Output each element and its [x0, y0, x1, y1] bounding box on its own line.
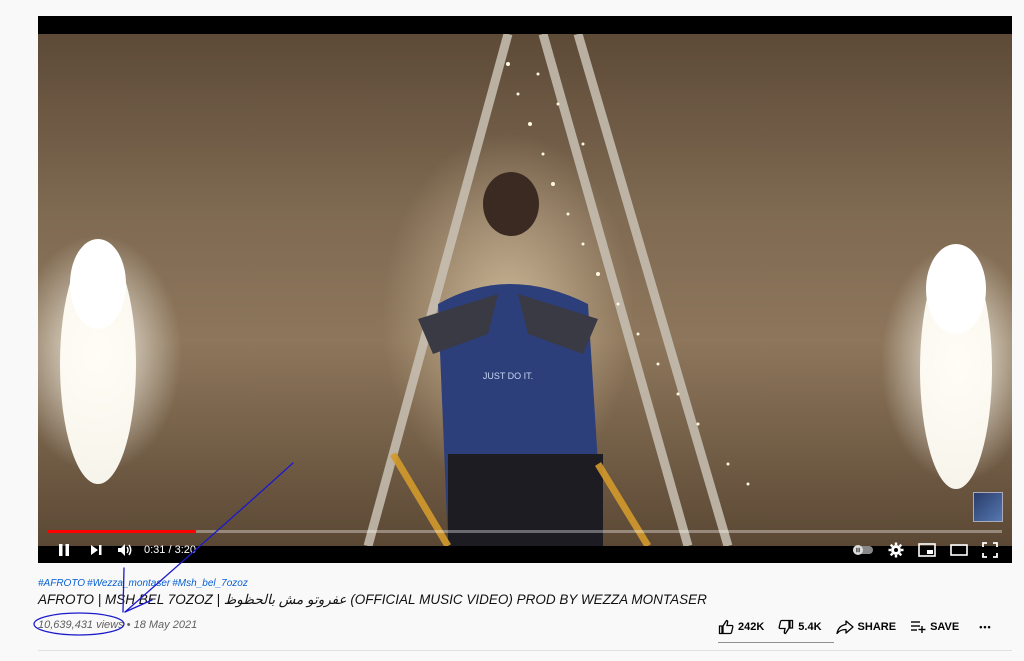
video-title: AFROTO | MSH BEL 7OZOZ | عفروتو مش بالحظ… — [38, 592, 707, 607]
miniplayer-button[interactable] — [918, 538, 936, 562]
video-frame[interactable]: JUST DO IT. — [38, 34, 1012, 546]
fullscreen-icon — [982, 541, 998, 558]
time-current: 0:31 — [144, 543, 166, 556]
time-total: 3:20 — [174, 543, 197, 556]
like-count: 242K — [738, 621, 765, 633]
section-divider — [38, 650, 1012, 651]
next-icon — [91, 544, 102, 555]
channel-watermark[interactable] — [973, 492, 1003, 522]
action-bar: 242K 5.4K SHARE SAVE ••• — [718, 612, 992, 642]
gear-icon — [888, 542, 904, 557]
dislike-button[interactable]: 5.4K — [778, 619, 822, 635]
share-label: SHARE — [857, 621, 897, 633]
theater-icon — [950, 543, 968, 556]
share-icon — [835, 620, 854, 635]
dislike-count: 5.4K — [798, 621, 822, 633]
fullscreen-button[interactable] — [982, 538, 998, 562]
settings-button[interactable] — [888, 538, 904, 562]
like-ratio-bar — [718, 642, 834, 643]
next-button[interactable] — [88, 538, 104, 562]
playlist-add-icon — [911, 621, 926, 633]
save-button[interactable]: SAVE — [910, 620, 959, 634]
hashtag-link[interactable]: #Wezza_montaser — [87, 578, 170, 589]
video-stats: 10,639,431 views • 18 May 2021 — [38, 619, 197, 631]
volume-button[interactable] — [116, 538, 134, 562]
shirt-print: JUST DO IT. — [483, 371, 533, 381]
hashtag-link[interactable]: #Msh_bel_7ozoz — [172, 578, 248, 589]
autoplay-toggle-icon — [853, 544, 873, 555]
video-scene: JUST DO IT. — [60, 34, 992, 546]
hashtag-list: #AFROTO #Wezza_montaser #Msh_bel_7ozoz — [38, 578, 250, 589]
player-controls: 0:31 / 3:20 — [38, 536, 1012, 563]
pause-icon — [59, 543, 69, 556]
video-player[interactable]: JUST DO IT. 0:31 / 3:20 — [38, 16, 1012, 563]
time-display: 0:31 / 3:20 — [144, 544, 196, 556]
theater-mode-button[interactable] — [950, 538, 968, 562]
share-button[interactable]: SHARE — [835, 619, 897, 635]
upload-date: 18 May 2021 — [133, 619, 198, 631]
autoplay-toggle[interactable] — [852, 538, 874, 562]
time-separator: / — [165, 543, 175, 556]
performer: JUST DO IT. — [418, 172, 603, 546]
miniplayer-icon — [918, 542, 936, 557]
like-button[interactable]: 242K — [718, 619, 764, 635]
stats-separator: • — [123, 619, 134, 631]
volume-icon — [118, 543, 132, 556]
thumbs-down-icon — [778, 619, 794, 635]
hashtag-link[interactable]: #AFROTO — [38, 578, 85, 589]
progress-bar[interactable] — [48, 530, 1002, 533]
more-actions-button[interactable]: ••• — [979, 622, 991, 632]
progress-played — [48, 530, 196, 533]
pause-button[interactable] — [56, 538, 72, 562]
save-label: SAVE — [930, 621, 960, 633]
view-count: 10,639,431 views — [38, 619, 124, 631]
right-controls — [852, 538, 1012, 562]
youtube-watch-page: JUST DO IT. 0:31 / 3:20 #AFROTO #Wezza_m… — [0, 0, 1024, 661]
thumbs-up-icon — [718, 619, 734, 635]
